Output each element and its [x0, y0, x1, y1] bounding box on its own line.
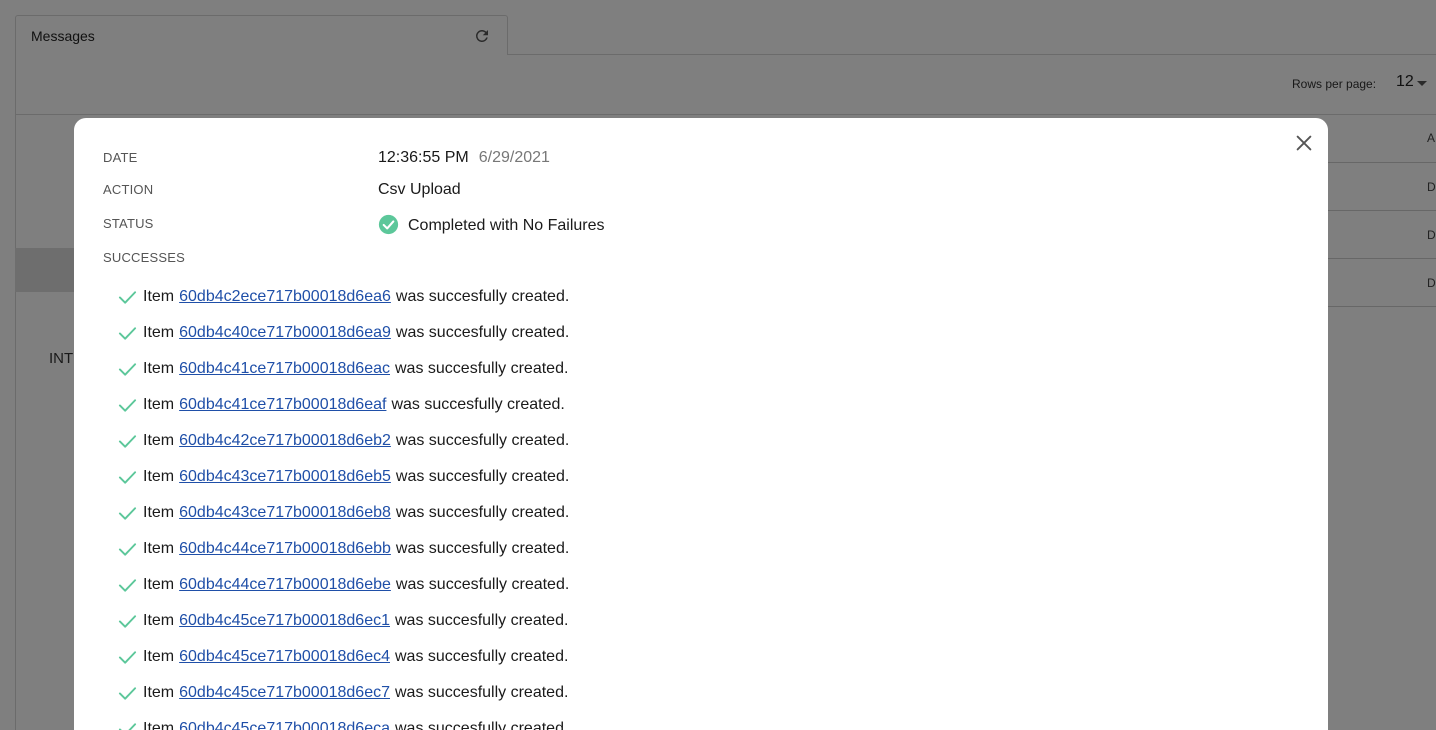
item-suffix: was succesfully created.	[395, 360, 569, 377]
item-prefix: Item	[143, 540, 175, 557]
list-item: Item 60db4c40ce717b00018d6ea9 was succesfu…	[118, 315, 569, 351]
item-id-link[interactable]: 60db4c41ce717b00018d6eac	[179, 360, 390, 378]
item-id-link[interactable]: 60db4c44ce717b00018d6ebb	[179, 540, 391, 558]
list-item: Item 60db4c44ce717b00018d6ebb was succesfu…	[118, 531, 569, 567]
date-text: 6/29/2021	[478, 149, 550, 166]
message-detail-modal: DATE 12:36:55 PM 6/29/2021 ACTION Csv Upl…	[74, 118, 1328, 730]
item-id-link[interactable]: 60db4c45ce717b00018d6ec7	[179, 684, 390, 702]
item-prefix: Item	[143, 576, 175, 593]
item-prefix: Item	[143, 648, 175, 665]
list-item: Item 60db4c44ce717b00018d6ebe was succesfu…	[118, 567, 569, 603]
time-text: 12:36:55 PM	[378, 149, 469, 166]
checkmark-icon	[118, 363, 137, 376]
item-id-link[interactable]: 60db4c45ce717b00018d6ec1	[179, 612, 390, 630]
item-suffix: was succesfully created.	[395, 720, 569, 730]
item-id-link[interactable]: 60db4c2ece717b00018d6ea6	[179, 288, 391, 306]
list-item: Item 60db4c43ce717b00018d6eb5 was succesfu…	[118, 459, 569, 495]
item-id-link[interactable]: 60db4c45ce717b00018d6ec4	[179, 648, 390, 666]
item-prefix: Item	[143, 612, 175, 629]
item-suffix: was succesfully created.	[395, 576, 570, 593]
action-value: Csv Upload	[378, 181, 461, 198]
item-suffix: was succesfully created.	[395, 468, 570, 485]
checkmark-icon	[118, 543, 137, 556]
item-prefix: Item	[143, 432, 175, 449]
item-suffix: was succesfully created.	[395, 288, 570, 305]
list-item: Item 60db4c41ce717b00018d6eaf was succesfu…	[118, 387, 569, 423]
item-prefix: Item	[143, 684, 175, 701]
checkmark-icon	[118, 687, 137, 700]
action-label: ACTION	[103, 182, 154, 197]
item-suffix: was succesfully created.	[395, 432, 570, 449]
item-suffix: was succesfully created.	[395, 684, 569, 701]
successes-label: SUCCESSES	[103, 250, 185, 265]
checkmark-icon	[118, 651, 137, 664]
item-id-link[interactable]: 60db4c40ce717b00018d6ea9	[179, 324, 391, 342]
list-item: Item 60db4c45ce717b00018d6ec7 was succesfu…	[118, 675, 569, 711]
list-item: Item 60db4c42ce717b00018d6eb2 was succesfu…	[118, 423, 569, 459]
checkmark-icon	[118, 579, 137, 592]
checkmark-icon	[118, 471, 137, 484]
list-item: Item 60db4c41ce717b00018d6eac was succesfu…	[118, 351, 569, 387]
status-value: Completed with No Failures	[378, 214, 605, 235]
item-id-link[interactable]: 60db4c45ce717b00018d6eca	[179, 720, 390, 730]
date-value: 12:36:55 PM 6/29/2021	[378, 149, 550, 167]
item-prefix: Item	[143, 360, 175, 377]
item-prefix: Item	[143, 720, 175, 730]
item-id-link[interactable]: 60db4c43ce717b00018d6eb5	[179, 468, 391, 486]
list-item: Item 60db4c43ce717b00018d6eb8 was succesfu…	[118, 495, 569, 531]
item-suffix: was succesfully created.	[391, 396, 565, 413]
item-suffix: was succesfully created.	[395, 612, 569, 629]
checkmark-icon	[118, 399, 137, 412]
item-prefix: Item	[143, 396, 175, 413]
checkmark-icon	[118, 723, 137, 730]
checkmark-icon	[118, 291, 137, 304]
status-text: Completed with No Failures	[408, 217, 605, 234]
checkmark-icon	[118, 435, 137, 448]
item-prefix: Item	[143, 324, 175, 341]
item-id-link[interactable]: 60db4c41ce717b00018d6eaf	[179, 396, 386, 414]
check-circle-icon	[378, 214, 399, 235]
item-prefix: Item	[143, 468, 175, 485]
successes-list: Item 60db4c2ece717b00018d6ea6 was succesfu…	[118, 279, 569, 730]
checkmark-icon	[118, 327, 137, 340]
item-suffix: was succesfully created.	[395, 648, 569, 665]
status-label: STATUS	[103, 216, 154, 231]
item-prefix: Item	[143, 504, 175, 521]
close-icon[interactable]	[1293, 132, 1315, 154]
item-suffix: was succesfully created.	[395, 540, 570, 557]
list-item: Item 60db4c45ce717b00018d6eca was succesfu…	[118, 711, 569, 730]
list-item: Item 60db4c2ece717b00018d6ea6 was succesfu…	[118, 279, 569, 315]
item-suffix: was succesfully created.	[395, 324, 570, 341]
item-id-link[interactable]: 60db4c43ce717b00018d6eb8	[179, 504, 391, 522]
list-item: Item 60db4c45ce717b00018d6ec1 was succesfu…	[118, 603, 569, 639]
item-id-link[interactable]: 60db4c42ce717b00018d6eb2	[179, 432, 391, 450]
list-item: Item 60db4c45ce717b00018d6ec4 was succesfu…	[118, 639, 569, 675]
checkmark-icon	[118, 507, 137, 520]
item-prefix: Item	[143, 288, 175, 305]
item-id-link[interactable]: 60db4c44ce717b00018d6ebe	[179, 576, 391, 594]
date-label: DATE	[103, 150, 138, 165]
item-suffix: was succesfully created.	[395, 504, 570, 521]
checkmark-icon	[118, 615, 137, 628]
